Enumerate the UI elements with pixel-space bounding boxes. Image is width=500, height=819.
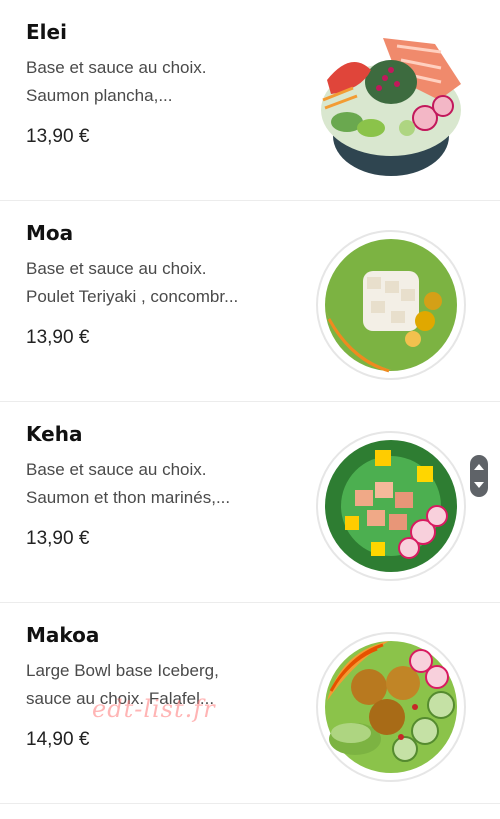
dish-photo[interactable] [305,420,475,590]
item-description: Base et sauce au choix. Poulet Teriyaki … [26,259,239,306]
chevron-up-icon [474,464,484,470]
item-name: Elei [26,20,67,44]
menu-item-elei[interactable]: Elei Base et sauce au choix. Saumon plan… [0,0,500,201]
item-name: Moa [26,221,74,245]
item-price: 13,90 € [26,126,90,147]
scroll-handle-icon[interactable] [470,455,488,497]
item-price: 13,90 € [26,327,90,348]
item-name: Makoa [26,623,100,647]
menu-list: Elei Base et sauce au choix. Saumon plan… [0,0,500,804]
menu-item-makoa[interactable]: Makoa Large Bowl base Iceberg, sauce au … [0,603,500,804]
dish-photo[interactable] [305,219,475,389]
watermark: edt-list.fr [92,695,216,723]
item-name: Keha [26,422,83,446]
item-price: 14,90 € [26,729,90,750]
chevron-down-icon [474,482,484,488]
menu-item-keha[interactable]: Keha Base et sauce au choix. Saumon et t… [0,402,500,603]
item-price: 13,90 € [26,528,90,549]
menu-item-moa[interactable]: Moa Base et sauce au choix. Poulet Teriy… [0,201,500,402]
dish-photo[interactable] [305,621,475,791]
dish-photo[interactable] [305,18,475,188]
item-description: Base et sauce au choix. Saumon plancha,.… [26,58,207,105]
item-description: Base et sauce au choix. Saumon et thon m… [26,460,231,507]
